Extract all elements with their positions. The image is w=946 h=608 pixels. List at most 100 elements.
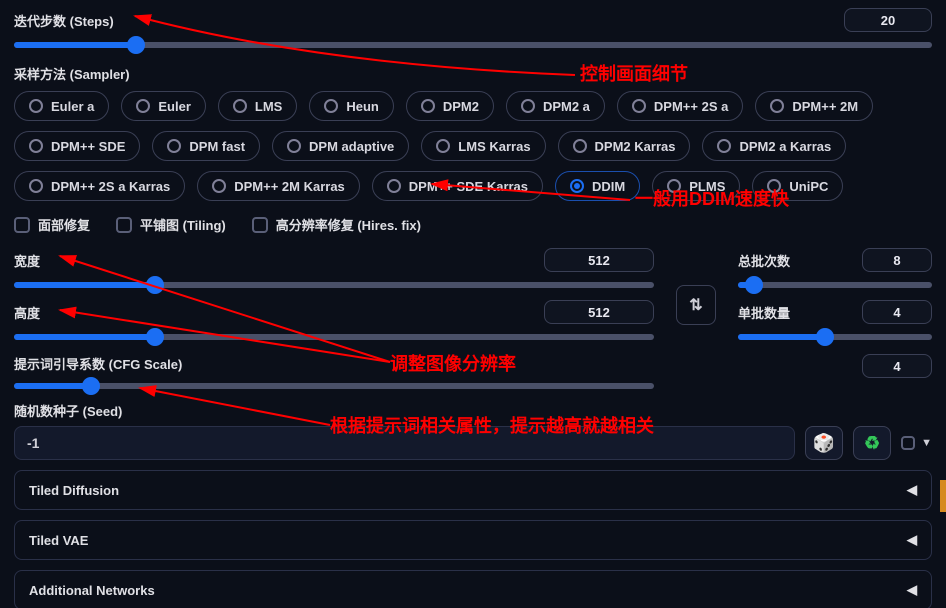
sampler-option-label: DPM2 Karras <box>595 139 676 154</box>
sampler-option[interactable]: DPM++ SDE <box>14 131 140 161</box>
accordion-tiled-vae[interactable]: Tiled VAE ◀ <box>14 520 932 560</box>
batch-size-label: 单批数量 <box>738 303 790 322</box>
batch-size-slider[interactable] <box>738 334 932 340</box>
sampler-option-label: UniPC <box>789 179 828 194</box>
sampler-option[interactable]: DPM++ 2S a Karras <box>14 171 185 201</box>
sampler-option-label: Heun <box>346 99 379 114</box>
radio-icon <box>521 99 535 113</box>
sampler-option-label: DPM++ 2S a <box>654 99 728 114</box>
sampler-option[interactable]: DPM++ 2S a <box>617 91 743 121</box>
width-value[interactable]: 512 <box>544 248 654 272</box>
tiling-checkbox[interactable]: 平铺图 (Tiling) <box>116 215 226 234</box>
accordion-title: Additional Networks <box>29 583 155 598</box>
steps-label: 迭代步数 (Steps) <box>14 11 114 30</box>
radio-icon <box>767 179 781 193</box>
hires-fix-label: 高分辨率修复 (Hires. fix) <box>276 215 421 234</box>
sampler-option[interactable]: PLMS <box>652 171 740 201</box>
sampler-option[interactable]: DPM++ SDE Karras <box>372 171 543 201</box>
height-value[interactable]: 512 <box>544 300 654 324</box>
radio-icon <box>233 99 247 113</box>
face-restore-label: 面部修复 <box>38 215 90 234</box>
accordion-tiled-diffusion[interactable]: Tiled Diffusion ◀ <box>14 470 932 510</box>
hires-fix-checkbox[interactable]: 高分辨率修复 (Hires. fix) <box>252 215 421 234</box>
batch-size-value[interactable]: 4 <box>862 300 932 324</box>
sampler-option[interactable]: LMS Karras <box>421 131 545 161</box>
sampler-option[interactable]: Heun <box>309 91 394 121</box>
sampler-option-label: DPM2 a Karras <box>739 139 831 154</box>
chevron-left-icon: ◀ <box>907 482 917 498</box>
sampler-option[interactable]: UniPC <box>752 171 843 201</box>
sampler-option[interactable]: Euler <box>121 91 206 121</box>
steps-slider[interactable] <box>14 42 932 48</box>
swap-dims-button[interactable]: ⇅ <box>676 285 716 325</box>
radio-icon <box>632 99 646 113</box>
radio-icon <box>573 139 587 153</box>
seed-random-button[interactable]: 🎲 <box>805 426 843 460</box>
seed-extra-toggle[interactable]: ▼ <box>901 436 932 450</box>
radio-icon <box>167 139 181 153</box>
batch-count-value[interactable]: 8 <box>862 248 932 272</box>
dice-icon: 🎲 <box>813 433 835 454</box>
sampler-option[interactable]: DPM2 a Karras <box>702 131 846 161</box>
sampler-label: 采样方法 (Sampler) <box>14 64 932 83</box>
radio-icon <box>387 179 401 193</box>
radio-icon <box>667 179 681 193</box>
cfg-value[interactable]: 4 <box>862 354 932 378</box>
width-slider[interactable] <box>14 282 654 288</box>
radio-icon <box>212 179 226 193</box>
sampler-option-label: LMS <box>255 99 282 114</box>
sampler-option-label: DPM++ 2S a Karras <box>51 179 170 194</box>
tiling-label: 平铺图 (Tiling) <box>140 215 226 234</box>
sampler-option-label: DPM++ 2M <box>792 99 858 114</box>
sampler-option[interactable]: DPM2 Karras <box>558 131 691 161</box>
accordion-title: Tiled VAE <box>29 533 88 548</box>
sampler-option-label: Euler a <box>51 99 94 114</box>
sampler-option[interactable]: DPM adaptive <box>272 131 409 161</box>
radio-icon <box>287 139 301 153</box>
batch-count-slider[interactable] <box>738 282 932 288</box>
radio-icon <box>136 99 150 113</box>
sampler-option[interactable]: Euler a <box>14 91 109 121</box>
radio-icon <box>29 99 43 113</box>
accordion-additional-networks[interactable]: Additional Networks ◀ <box>14 570 932 608</box>
sampler-option-label: DPM2 <box>443 99 479 114</box>
seed-label: 随机数种子 (Seed) <box>14 404 122 419</box>
sampler-option-label: DPM fast <box>189 139 245 154</box>
sampler-option-label: DPM++ SDE Karras <box>409 179 528 194</box>
sampler-option[interactable]: DDIM <box>555 171 640 201</box>
radio-icon <box>421 99 435 113</box>
accordion-title: Tiled Diffusion <box>29 483 119 498</box>
radio-icon <box>29 139 43 153</box>
height-label: 高度 <box>14 303 40 322</box>
steps-value[interactable]: 20 <box>844 8 932 32</box>
height-slider[interactable] <box>14 334 654 340</box>
radio-icon <box>717 139 731 153</box>
sampler-option-label: DPM++ 2M Karras <box>234 179 345 194</box>
batch-count-label: 总批次数 <box>738 251 790 270</box>
seed-input[interactable]: -1 <box>14 426 795 460</box>
radio-icon <box>436 139 450 153</box>
scroll-indicator <box>940 480 946 512</box>
sampler-option-label: PLMS <box>689 179 725 194</box>
sampler-option[interactable]: LMS <box>218 91 297 121</box>
cfg-label: 提示词引导系数 (CFG Scale) <box>14 357 182 372</box>
chevron-left-icon: ◀ <box>907 582 917 598</box>
sampler-option[interactable]: DPM2 <box>406 91 494 121</box>
radio-icon <box>770 99 784 113</box>
sampler-option[interactable]: DPM++ 2M <box>755 91 873 121</box>
chevron-down-icon: ▼ <box>921 437 932 449</box>
radio-icon <box>29 179 43 193</box>
sampler-option-label: LMS Karras <box>458 139 530 154</box>
sampler-option[interactable]: DPM2 a <box>506 91 605 121</box>
sampler-option[interactable]: DPM fast <box>152 131 260 161</box>
face-restore-checkbox[interactable]: 面部修复 <box>14 215 90 234</box>
sampler-option-label: DPM++ SDE <box>51 139 125 154</box>
sampler-option-label: DPM adaptive <box>309 139 394 154</box>
chevron-left-icon: ◀ <box>907 532 917 548</box>
sampler-option[interactable]: DPM++ 2M Karras <box>197 171 360 201</box>
sampler-option-label: DPM2 a <box>543 99 590 114</box>
seed-reuse-button[interactable]: ♻ <box>853 426 891 460</box>
cfg-slider[interactable] <box>14 383 654 389</box>
width-label: 宽度 <box>14 251 40 270</box>
sampler-option-label: Euler <box>158 99 191 114</box>
